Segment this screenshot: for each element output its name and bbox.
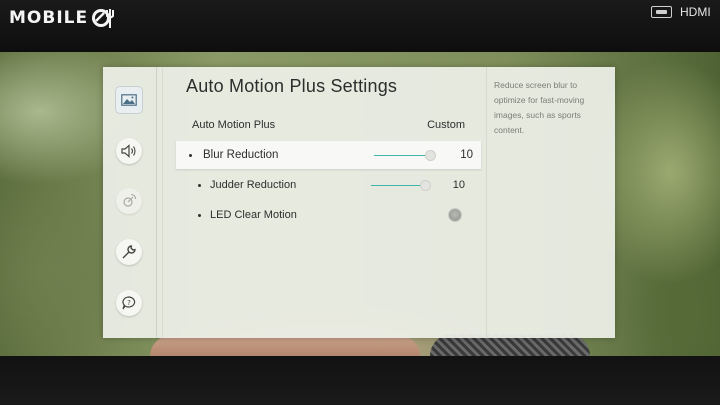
watermark-01-logo [92, 9, 115, 28]
blur-reduction-slider-track[interactable] [374, 155, 431, 156]
judder-reduction-slider-track[interactable] [371, 185, 426, 186]
led-clear-motion-label: LED Clear Motion [210, 209, 297, 221]
sidebar-divider [156, 67, 157, 338]
sidebar-item-sound[interactable] [116, 138, 142, 164]
bottom-bar [0, 356, 720, 405]
sidebar-item-broadcasting[interactable] [116, 188, 142, 214]
video-hand-shape [150, 336, 420, 356]
bullet [189, 154, 192, 157]
hdmi-port-icon [651, 6, 672, 18]
auto-motion-plus-label: Auto Motion Plus [192, 119, 276, 131]
blur-reduction-value: 10 [460, 149, 473, 161]
mobile01-watermark: MOBILE [9, 7, 120, 29]
sidebar-item-picture[interactable] [116, 87, 142, 113]
speaker-icon [121, 144, 136, 158]
page-title: Auto Motion Plus Settings [186, 76, 398, 96]
sidebar-divider-inner [162, 67, 163, 338]
help-bubble-icon: ? [122, 296, 136, 310]
auto-motion-plus-value: Custom [427, 119, 465, 131]
help-divider [486, 67, 487, 338]
judder-reduction-label: Judder Reduction [210, 179, 297, 191]
source-indicator: HDMI [651, 5, 711, 19]
wrench-icon [122, 245, 136, 259]
settings-sidebar: ? [103, 67, 156, 338]
watermark-text: MOBILE [9, 8, 89, 28]
help-text: Reduce screen blur to optimize for fast-… [494, 80, 585, 135]
picture-icon [121, 94, 137, 106]
led-clear-motion-toggle[interactable] [449, 209, 461, 221]
top-bar: MOBILE HDMI [0, 0, 720, 52]
sidebar-item-general[interactable] [116, 239, 142, 265]
bullet [198, 214, 201, 217]
sidebar-item-support[interactable]: ? [116, 290, 142, 316]
source-label: HDMI [680, 5, 711, 19]
judder-reduction-value: 10 [452, 179, 465, 191]
satellite-icon [123, 193, 137, 207]
bullet [198, 184, 201, 187]
blur-reduction-label: Blur Reduction [203, 149, 279, 161]
svg-text:?: ? [127, 299, 131, 307]
settings-panel: ? Auto Motion Plus Settings Auto Motion … [103, 67, 615, 338]
